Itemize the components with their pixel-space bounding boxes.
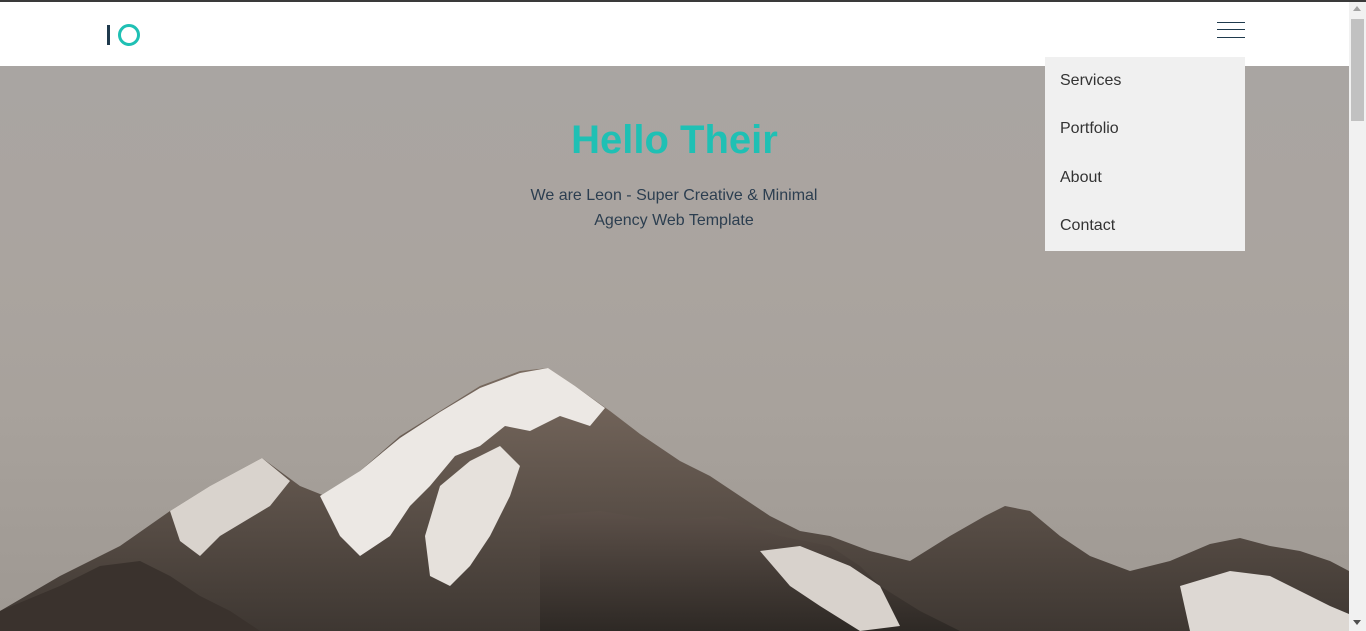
hero-subtitle-line-2: Agency Web Template	[594, 212, 754, 229]
hamburger-line	[1217, 22, 1245, 23]
scrollbar-thumb[interactable]	[1351, 19, 1364, 121]
logo-bar-icon	[107, 25, 110, 45]
page-viewport: Hello Their We are Leon - Super Creative…	[0, 0, 1349, 631]
window-top-border	[0, 0, 1366, 2]
nav-item-services[interactable]: Services	[1060, 72, 1121, 90]
logo-ring-icon	[118, 24, 140, 46]
vertical-scrollbar[interactable]	[1349, 2, 1366, 631]
scroll-down-arrow-icon[interactable]	[1353, 620, 1361, 625]
hero-subtitle: We are Leon - Super Creative & Minimal A…	[524, 183, 824, 233]
hamburger-line	[1217, 37, 1245, 38]
hamburger-line	[1217, 29, 1245, 30]
site-logo[interactable]	[107, 24, 141, 48]
nav-item-about[interactable]: About	[1060, 169, 1102, 187]
hamburger-menu-icon[interactable]	[1217, 21, 1245, 41]
nav-item-portfolio[interactable]: Portfolio	[1060, 120, 1119, 138]
nav-item-contact[interactable]: Contact	[1060, 217, 1115, 235]
scroll-up-arrow-icon[interactable]	[1353, 6, 1361, 11]
hero-subtitle-line-1: We are Leon - Super Creative & Minimal	[530, 187, 818, 204]
nav-dropdown-menu: Services Portfolio About Contact	[1045, 57, 1245, 251]
